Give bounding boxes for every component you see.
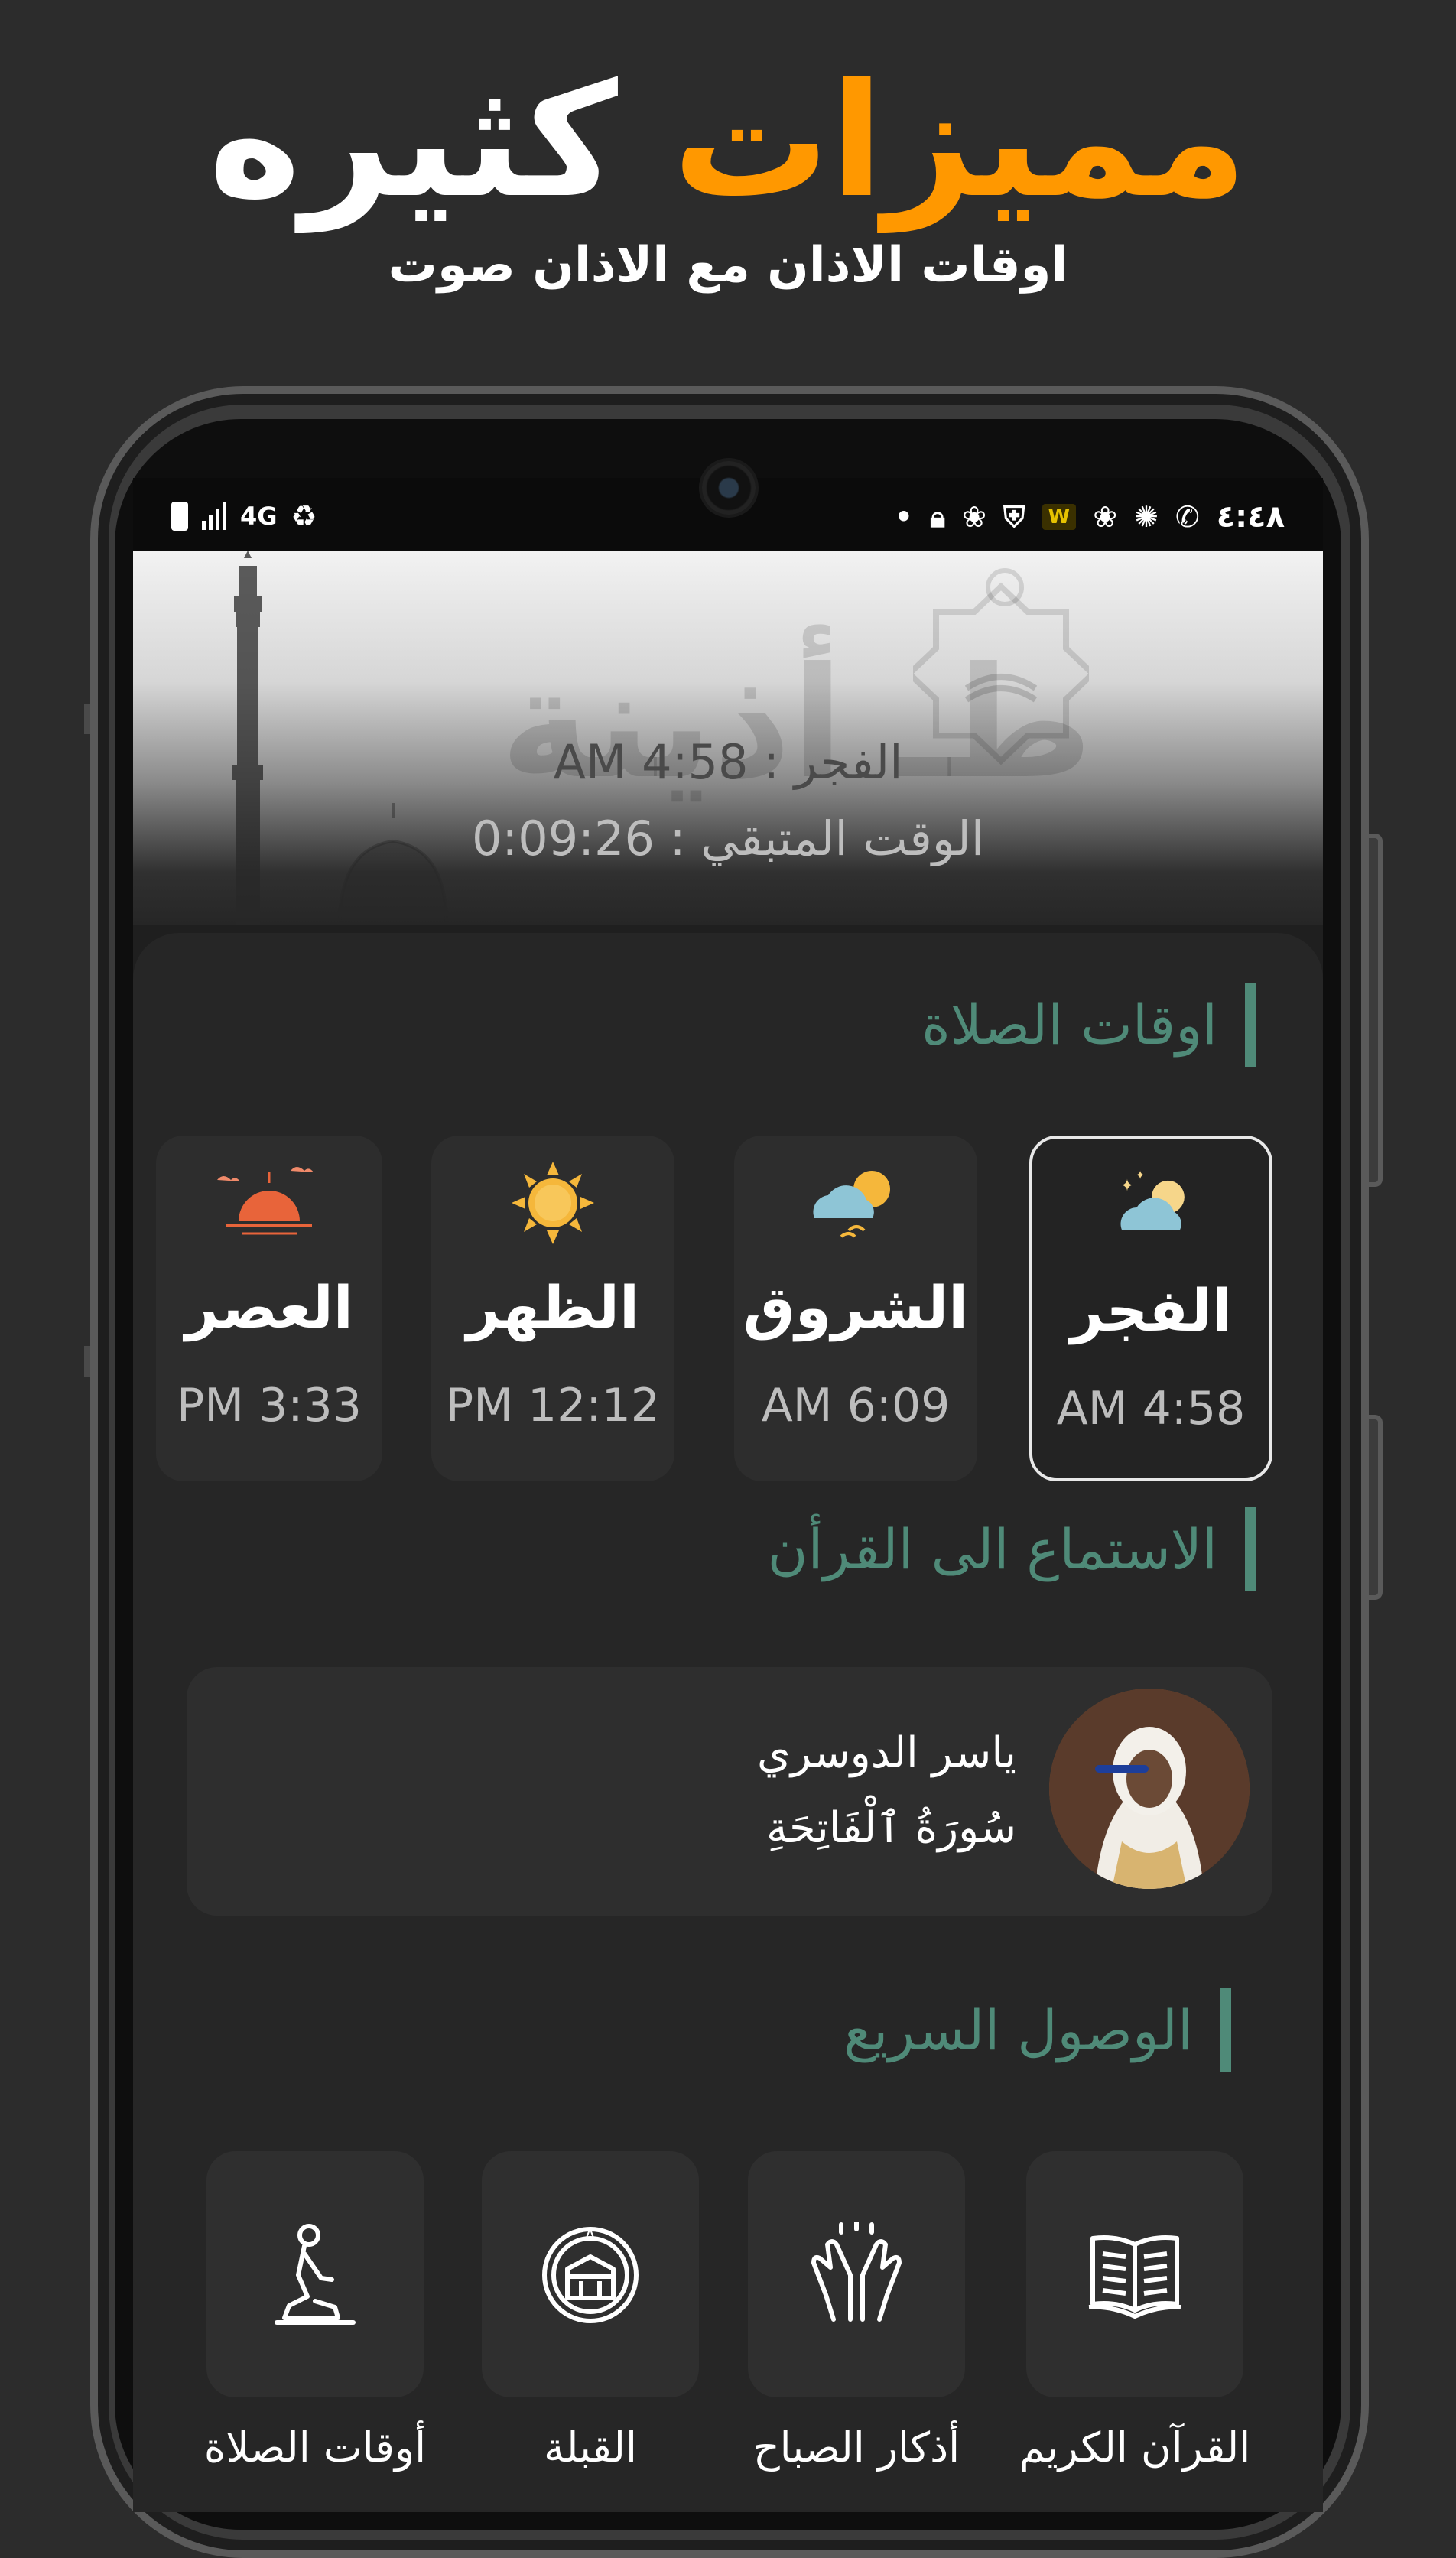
promo-title-accent: مميزات	[672, 50, 1248, 232]
night-moon-cloud-icon: ✦ ✦	[1120, 1168, 1185, 1230]
phone-power-button	[1367, 1415, 1383, 1600]
praying-hands-icon	[811, 2222, 902, 2322]
quick-access-label-qibla: القبلة	[544, 2423, 637, 2472]
battery-saver-icon: ♻	[291, 499, 317, 533]
status-time: ٤:٤٨	[1216, 499, 1285, 535]
quick-access-quran[interactable]	[1026, 2151, 1243, 2397]
prayer-card-asr[interactable]: العصر PM 3:33	[156, 1136, 382, 1481]
prayer-name: الفجر	[1070, 1276, 1232, 1344]
quick-access-label-prayer-times: أوقات الصلاة	[203, 2423, 427, 2472]
prayer-time: AM 6:09	[761, 1379, 951, 1432]
lock-icon: 🔒︎	[929, 499, 946, 534]
network-type: 4G	[240, 502, 278, 531]
quick-access-label-quran: القرآن الكريم	[1019, 2423, 1251, 2472]
app-emblem-icon: ✺	[1134, 500, 1159, 534]
sun-icon	[512, 1162, 594, 1244]
quran-book-icon	[1088, 2235, 1181, 2319]
svg-text:✦: ✦	[1136, 1168, 1146, 1182]
qibla-compass-icon: A	[542, 2227, 639, 2323]
flower-icon: ❀	[1093, 500, 1118, 534]
praying-person-icon	[275, 2224, 356, 2325]
remaining-time-text: الوقت المتبقي : 0:09:26	[471, 811, 985, 866]
hero-banner: طـ أذينة الفجر : AM 4:58 الوقت المتبقي :…	[133, 551, 1323, 925]
section-title-quick-access: الوصول السريع	[843, 1988, 1231, 2072]
reciter-avatar	[1049, 1689, 1250, 1889]
promo-title-rest: كثيره	[208, 50, 618, 232]
dot-icon: •	[894, 500, 913, 534]
quick-access-prayer-times[interactable]	[206, 2151, 424, 2397]
prayer-time: AM 4:58	[1056, 1382, 1246, 1435]
svg-text:A: A	[584, 2227, 596, 2246]
next-prayer-text: الفجر : AM 4:58	[553, 734, 903, 790]
signal-icon	[202, 502, 226, 530]
promo-subtitle: اوقات الاذان مع الاذان صوت	[388, 237, 1068, 294]
prayer-name: الظهر	[466, 1273, 640, 1341]
flower-icon: ❀	[962, 500, 987, 534]
prayer-card-fajr[interactable]: ✦ ✦ الفجر AM 4:58	[1029, 1136, 1272, 1481]
front-camera	[702, 461, 756, 515]
phone-volume-button	[1367, 834, 1383, 1187]
quick-access-morning-adhkar[interactable]	[748, 2151, 965, 2397]
section-title-listen-quran: الاستماع الى القرأن	[768, 1507, 1256, 1591]
sunset-icon	[217, 1167, 314, 1235]
prayer-name: الشروق	[743, 1273, 969, 1341]
w-app-icon: W	[1042, 504, 1077, 530]
whatsapp-icon: ✆	[1175, 500, 1200, 534]
vpn-shield-icon: ⛨	[1003, 499, 1025, 534]
surah-name: سُورَةُ ٱلْفَاتِحَةِ	[765, 1803, 1016, 1853]
quick-access-label-adhkar: أذكار الصباح	[752, 2423, 960, 2472]
prayer-time: PM 12:12	[446, 1379, 660, 1432]
prayer-card-sunrise[interactable]: الشروق AM 6:09	[734, 1136, 977, 1481]
sun-cloud-icon	[813, 1171, 890, 1238]
prayer-card-dhuhr[interactable]: الظهر PM 12:12	[431, 1136, 674, 1481]
battery-icon	[171, 502, 188, 531]
prayer-name: العصر	[185, 1273, 353, 1341]
quick-access-qibla[interactable]: A	[482, 2151, 699, 2397]
svg-text:✦: ✦	[1120, 1177, 1134, 1196]
quran-player-card[interactable]: ياسر الدوسري سُورَةُ ٱلْفَاتِحَةِ	[187, 1667, 1272, 1916]
prayer-time: PM 3:33	[177, 1379, 362, 1432]
reciter-name: ياسر الدوسري	[757, 1728, 1016, 1778]
promo-title: مميزات كثيره	[0, 46, 1456, 237]
section-title-prayer-times: اوقات الصلاة	[921, 983, 1256, 1067]
app-screen: 4G ♻ • 🔒︎ ❀ ⛨ W ❀ ✺ ✆ ٤:٤٨ طـ أذينة الفج…	[133, 478, 1323, 2512]
